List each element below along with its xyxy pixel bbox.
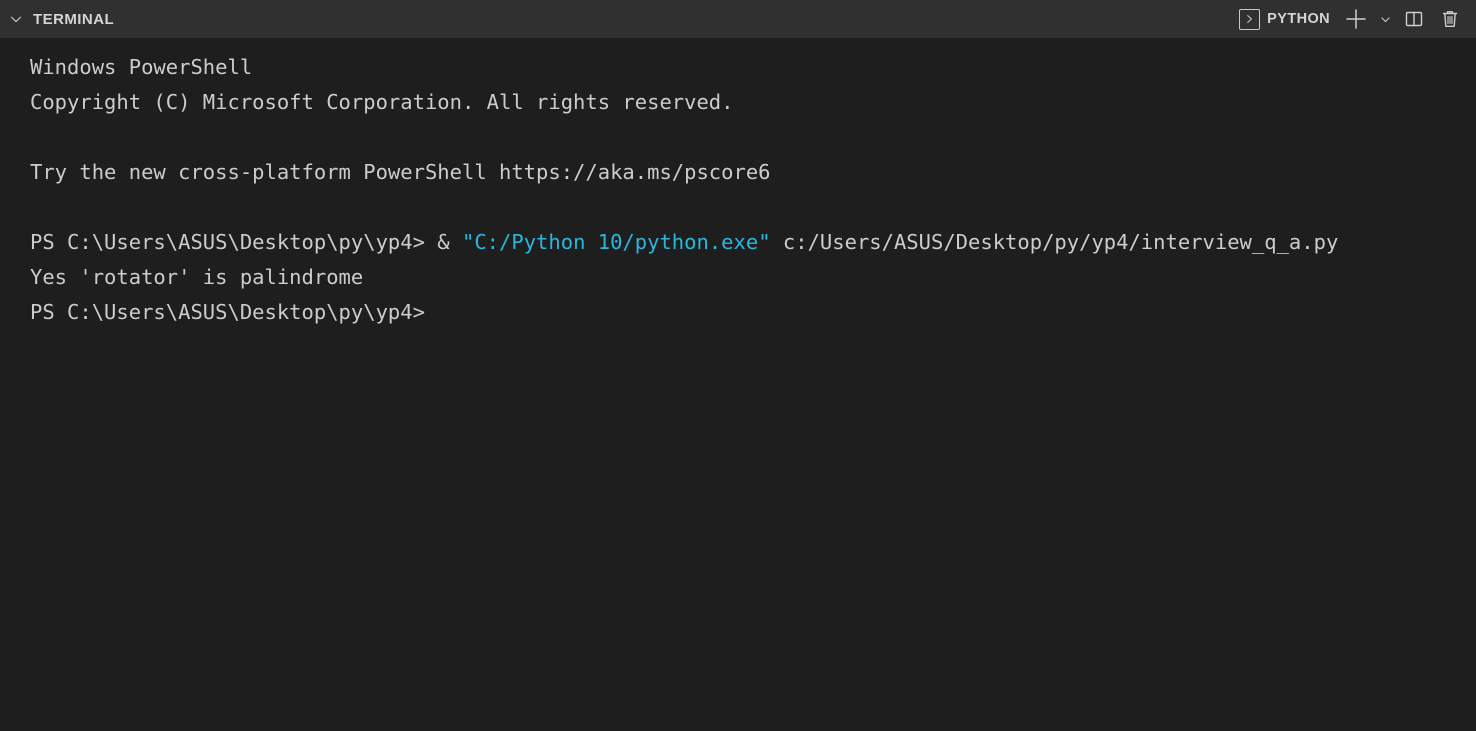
plus-icon[interactable]: [1338, 3, 1374, 35]
chevron-down-icon[interactable]: [1374, 3, 1396, 35]
shell-prompt: PS C:\Users\ASUS\Desktop\py\yp4>: [30, 230, 438, 254]
terminal-tab-label: PYTHON: [1267, 11, 1330, 28]
terminal-output-area[interactable]: Windows PowerShell Copyright (C) Microso…: [0, 38, 1476, 731]
terminal-line: Copyright (C) Microsoft Corporation. All…: [30, 90, 734, 114]
panel-header-left: TERMINAL: [6, 9, 114, 29]
call-operator: &: [437, 230, 462, 254]
terminal-prompt-line: PS C:\Users\ASUS\Desktop\py\yp4>: [30, 300, 425, 324]
panel-title: TERMINAL: [33, 11, 115, 28]
interpreter-path: "C:/Python 10/python.exe": [461, 230, 771, 254]
panel-header-actions: PYTHON: [1235, 3, 1468, 35]
trash-icon[interactable]: [1432, 3, 1468, 35]
terminal-panel: TERMINAL PYTHON Windows PowerShell Copyr…: [0, 0, 1476, 731]
script-path: c:/Users/ASUS/Desktop/py/yp4/interview_q…: [770, 230, 1339, 254]
terminal-line: Windows PowerShell: [30, 55, 253, 79]
terminal-output-line: Yes 'rotator' is palindrome: [30, 265, 364, 289]
terminal-panel-header: TERMINAL PYTHON: [0, 0, 1476, 38]
split-panel-icon[interactable]: [1396, 3, 1432, 35]
console-icon: [1239, 8, 1261, 30]
terminal-tab-python[interactable]: PYTHON: [1235, 3, 1338, 35]
chevron-down-icon[interactable]: [6, 9, 26, 29]
terminal-line: Try the new cross-platform PowerShell ht…: [30, 160, 771, 184]
terminal-command-line: PS C:\Users\ASUS\Desktop\py\yp4> & "C:/P…: [30, 225, 1462, 260]
